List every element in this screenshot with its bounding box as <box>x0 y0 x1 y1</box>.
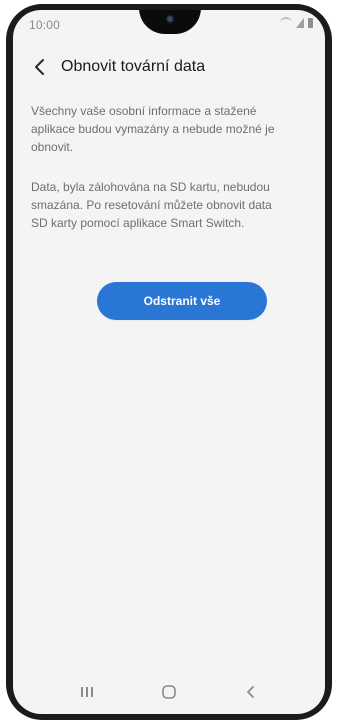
content: Všechny vaše osobní informace a stažené … <box>31 102 315 254</box>
back-icon <box>247 686 254 698</box>
info-paragraph-personal-data: Všechny vaše osobní informace a stažené … <box>31 104 275 154</box>
home-icon <box>162 685 176 699</box>
info-paragraph-sd-card: Data, byla zálohována na SD kartu, nebud… <box>31 180 272 230</box>
status-bar: 10:00 <box>13 10 325 40</box>
battery-icon <box>308 18 313 28</box>
status-icons <box>280 17 313 29</box>
status-time: 10:00 <box>29 18 61 32</box>
home-button[interactable] <box>149 680 189 704</box>
page-title: Obnovit tovární data <box>61 58 206 75</box>
front-camera-icon <box>165 14 175 24</box>
chevron-left-icon <box>35 59 44 75</box>
back-button[interactable] <box>29 56 51 78</box>
camera-notch <box>139 10 201 34</box>
signal-icon <box>296 18 304 28</box>
header: Obnovit tovární data <box>13 54 325 82</box>
wifi-icon <box>280 17 292 29</box>
navigation-bar <box>13 670 325 714</box>
phone-frame: 10:00 Obnovit tovární data Všechny vaše … <box>6 4 332 720</box>
screen: 10:00 Obnovit tovární data Všechny vaše … <box>13 10 325 714</box>
recents-button[interactable] <box>67 680 107 704</box>
nav-back-button[interactable] <box>231 680 271 704</box>
erase-all-button[interactable]: Odstranit vše <box>97 282 267 320</box>
recents-icon <box>81 687 93 697</box>
